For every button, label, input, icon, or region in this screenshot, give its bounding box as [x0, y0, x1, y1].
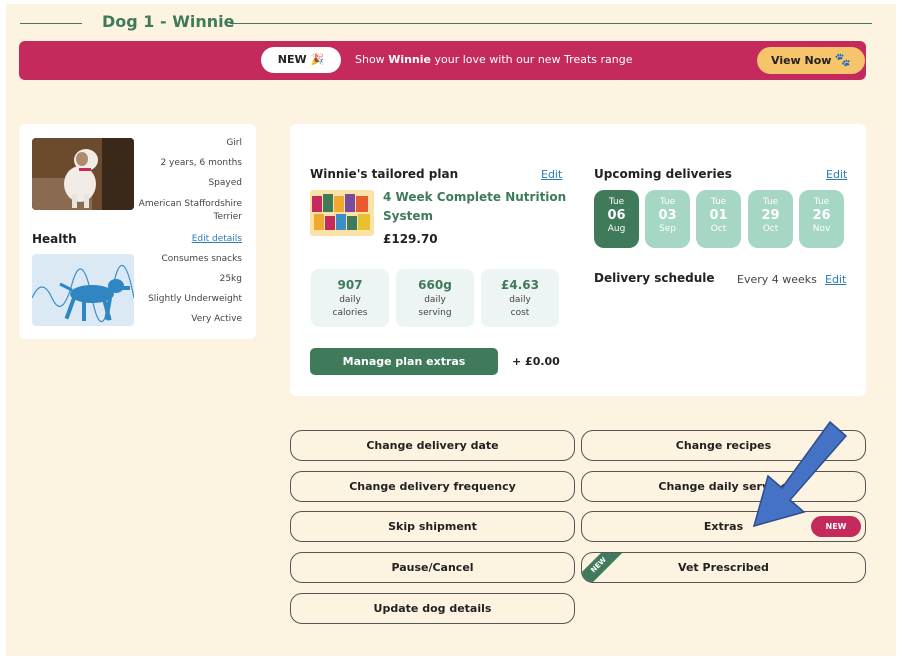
- health-activity: Very Active: [191, 314, 242, 324]
- stat-cost-label-line1: daily: [509, 295, 531, 305]
- dog-breed: American Staffordshire Terrier: [138, 199, 242, 222]
- annotation-arrow-icon: [752, 420, 848, 528]
- view-now-button[interactable]: View Now 🐾: [757, 47, 865, 74]
- dog-neutered: Spayed: [208, 178, 242, 188]
- edit-plan-link[interactable]: Edit: [541, 168, 562, 181]
- delivery-schedule-title: Delivery schedule: [594, 271, 715, 285]
- dog-sex: Girl: [226, 138, 242, 148]
- delivery-date-0[interactable]: Tue 06 Aug: [594, 190, 639, 248]
- plan-name: 4 Week Complete Nutrition System: [383, 190, 567, 223]
- delivery-date-4[interactable]: Tue 26 Nov: [799, 190, 844, 248]
- skip-shipment-button[interactable]: Skip shipment: [290, 511, 575, 542]
- stat-cost: £4.63 daily cost: [481, 269, 559, 327]
- vet-new-ribbon: NEW: [582, 553, 625, 582]
- edit-schedule-link[interactable]: Edit: [825, 273, 846, 286]
- stat-serving-label-line1: daily: [424, 295, 446, 305]
- stat-cost-label-line2: cost: [510, 308, 530, 318]
- upcoming-deliveries-title: Upcoming deliveries: [594, 167, 732, 181]
- dog-plan-page: Dog 1 - Winnie NEW 🎉 Show Winnie your lo…: [6, 4, 896, 656]
- banner-message: Show Winnie your love with our new Treat…: [355, 53, 633, 66]
- delivery-schedule-value: Every 4 weeks: [737, 273, 817, 286]
- delivery-date-day: Tue: [608, 197, 625, 207]
- delivery-date-day: Tue: [710, 197, 727, 207]
- delivery-date-day: Tue: [762, 197, 779, 207]
- title-divider-right: [230, 23, 872, 24]
- dog-title-row: Dog 1 - Winnie: [20, 12, 872, 34]
- delivery-date-3[interactable]: Tue 29 Oct: [748, 190, 793, 248]
- delivery-date-month: Sep: [659, 224, 676, 234]
- plan-title: Winnie's tailored plan: [310, 167, 459, 181]
- health-body-condition: Slightly Underweight: [148, 294, 242, 304]
- delivery-date-2[interactable]: Tue 01 Oct: [696, 190, 741, 248]
- health-weight: 25kg: [219, 274, 242, 284]
- vet-prescribed-button[interactable]: NEW Vet Prescribed: [581, 552, 866, 583]
- stat-serving-label-line2: serving: [418, 308, 452, 318]
- health-snacks: Consumes snacks: [161, 254, 243, 264]
- delivery-date-1[interactable]: Tue 03 Sep: [645, 190, 690, 248]
- page-title: Dog 1 - Winnie: [102, 12, 235, 31]
- change-delivery-date-button[interactable]: Change delivery date: [290, 430, 575, 461]
- plan-price: £129.70: [383, 232, 438, 246]
- dog-photo: [32, 138, 134, 210]
- delivery-date-month: Oct: [762, 224, 779, 234]
- treats-banner: NEW 🎉 Show Winnie your love with our new…: [19, 41, 866, 80]
- paw-icon: 🐾: [834, 53, 851, 68]
- dog-age: 2 years, 6 months: [160, 158, 242, 168]
- edit-deliveries-link[interactable]: Edit: [826, 168, 847, 181]
- health-label: Health: [32, 232, 77, 246]
- banner-new-badge: NEW 🎉: [261, 47, 341, 73]
- change-delivery-frequency-button[interactable]: Change delivery frequency: [290, 471, 575, 502]
- stat-serving-value: 660g: [418, 278, 452, 292]
- delivery-date-number: 26: [812, 208, 831, 223]
- stat-serving: 660g daily serving: [396, 269, 474, 327]
- delivery-date-month: Nov: [812, 224, 831, 234]
- stat-calories-label-line2: calories: [332, 308, 368, 318]
- update-dog-details-button[interactable]: Update dog details: [290, 593, 575, 624]
- title-divider-left: [20, 23, 82, 24]
- stat-calories-value: 907: [337, 278, 363, 292]
- delivery-date-day: Tue: [813, 197, 830, 207]
- delivery-date-month: Oct: [710, 224, 727, 234]
- banner-dog-name: Winnie: [388, 53, 431, 66]
- food-image: [310, 190, 374, 236]
- delivery-date-number: 03: [658, 208, 677, 223]
- plan-card: Winnie's tailored plan Edit 4 Week Compl…: [290, 124, 866, 396]
- extras-label: Extras: [703, 520, 744, 533]
- pause-cancel-button[interactable]: Pause/Cancel: [290, 552, 575, 583]
- edit-details-link[interactable]: Edit details: [192, 234, 242, 244]
- delivery-date-day: Tue: [659, 197, 676, 207]
- stat-cost-value: £4.63: [501, 278, 539, 292]
- delivery-date-number: 06: [607, 208, 626, 223]
- dog-profile-card: Girl 2 years, 6 months Spayed American S…: [19, 124, 256, 339]
- delivery-date-number: 29: [761, 208, 780, 223]
- stat-calories-label-line1: daily: [339, 295, 361, 305]
- manage-plan-extras-button[interactable]: Manage plan extras: [310, 348, 498, 375]
- health-illustration: [32, 254, 134, 326]
- view-now-label: View Now: [771, 54, 832, 67]
- delivery-date-month: Aug: [607, 224, 626, 234]
- delivery-date-number: 01: [709, 208, 728, 223]
- stat-calories: 907 daily calories: [311, 269, 389, 327]
- vet-prescribed-label: Vet Prescribed: [678, 561, 769, 574]
- extras-price: + £0.00: [512, 355, 560, 368]
